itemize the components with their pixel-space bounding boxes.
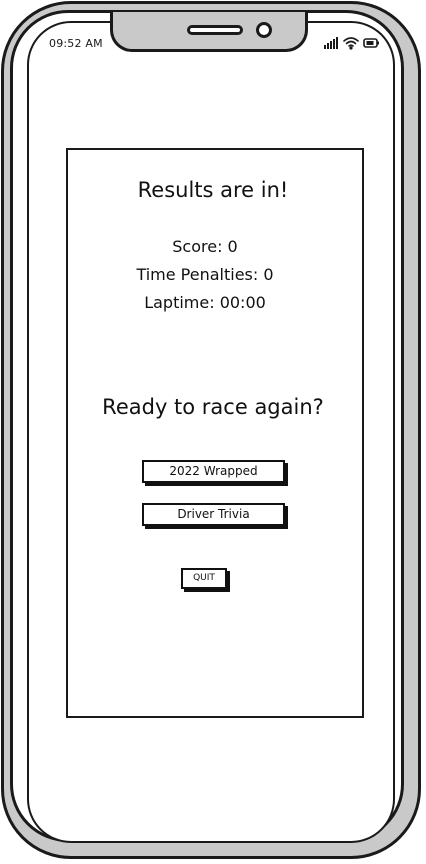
quit-button[interactable]: QUIT <box>181 568 227 589</box>
speaker-grille <box>187 25 243 35</box>
signal-icon <box>324 37 338 49</box>
laptime-text: Laptime: 00:00 <box>144 293 266 312</box>
front-camera <box>256 22 272 38</box>
time-penalties-text: Time Penalties: 0 <box>136 265 274 284</box>
race-again-heading: Ready to race again? <box>102 395 324 419</box>
score-text: Score: 0 <box>172 237 238 256</box>
phone-notch <box>110 12 308 52</box>
battery-icon <box>363 38 379 48</box>
results-title: Results are in! <box>137 178 289 202</box>
wifi-icon <box>343 37 359 50</box>
wrapped-2022-button[interactable]: 2022 Wrapped <box>142 460 285 483</box>
driver-trivia-button[interactable]: Driver Trivia <box>142 503 285 526</box>
results-card <box>66 148 364 718</box>
status-icons <box>324 37 379 50</box>
status-time: 09:52 AM <box>49 37 103 50</box>
